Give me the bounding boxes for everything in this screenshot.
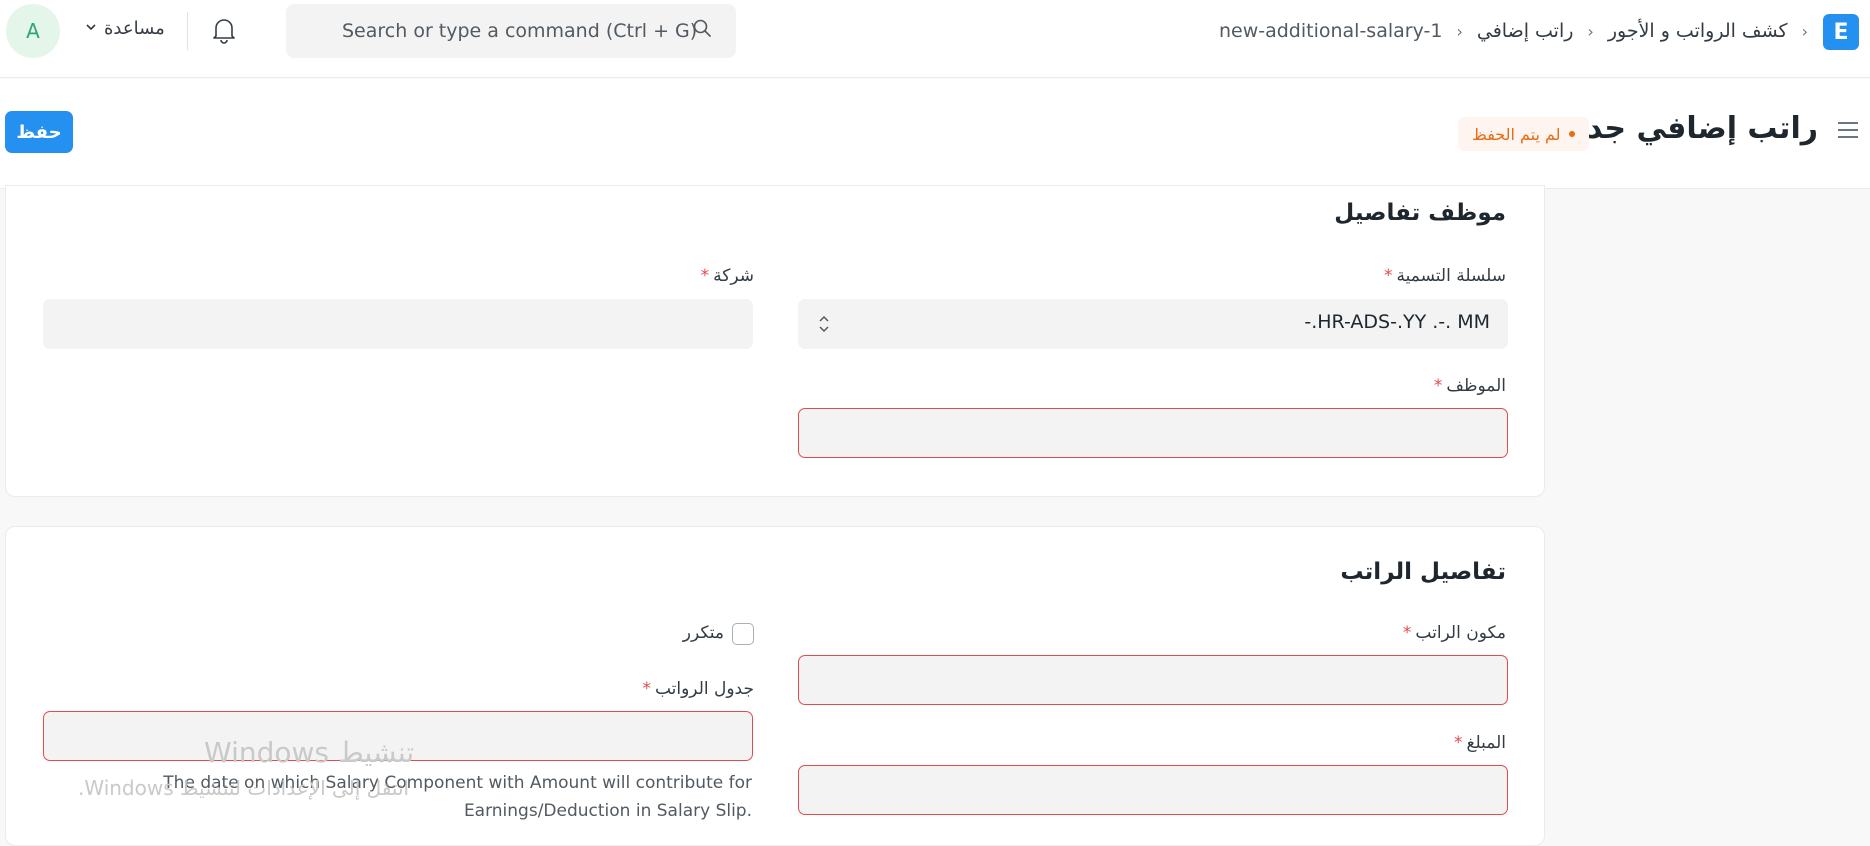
company-label: شركة* [700,266,754,286]
breadcrumb-separator-icon: › [1456,21,1463,41]
breadcrumb-separator-icon: › [1587,21,1594,41]
select-arrows-icon [818,313,830,339]
company-field[interactable] [43,299,753,349]
amount-label: المبلغ* [1453,733,1506,753]
help-label: مساعدة [104,18,165,39]
employee-label: الموظف* [1433,376,1506,396]
page-head: راتب إضافي جديد لم يتم الحفظ حفظ [0,79,1870,189]
status-badge-label: لم يتم الحفظ [1472,124,1561,144]
save-button[interactable]: حفظ [5,111,73,153]
avatar[interactable]: A [6,4,60,58]
breadcrumb-additional-salary[interactable]: راتب إضافي [1477,20,1574,42]
section-title-salary: تفاصيل الراتب [1340,559,1506,585]
recurring-label: متكرر [682,623,724,643]
payroll-date-label: جدول الرواتب* [642,679,754,699]
windows-activation-watermark-title: تنشيط Windows [204,736,415,769]
navbar: E › كشف الرواتب و الأجور › راتب إضافي › … [0,0,1870,78]
employee-details-section: موظف تفاصيل سلسلة التسمية* -.HR-ADS-.YY … [5,185,1545,497]
status-dot-icon [1568,131,1575,137]
page-title: راتب إضافي جديد [1558,111,1818,146]
employee-field[interactable] [798,408,1508,458]
salary-component-label: مكون الراتب* [1402,623,1506,643]
notification-bell-icon[interactable] [211,16,237,48]
naming-series-select[interactable]: -.HR-ADS-.YY .-. MM [798,299,1508,349]
app-logo[interactable]: E [1823,14,1859,50]
breadcrumb-separator-icon: › [1801,21,1808,41]
search-placeholder: Search or type a command (Ctrl + G) [342,20,698,42]
search-icon [692,18,712,42]
amount-field[interactable] [798,765,1508,815]
chevron-down-icon [84,18,98,39]
navbar-divider [187,12,188,50]
breadcrumb-current-doc[interactable]: new-additional-salary-1 [1219,20,1442,42]
breadcrumb: › كشف الرواتب و الأجور › راتب إضافي › ne… [1219,16,1808,46]
search-input[interactable]: Search or type a command (Ctrl + G) [286,4,736,58]
naming-series-label: سلسلة التسمية* [1384,266,1506,286]
status-badge: لم يتم الحفظ [1458,117,1589,151]
salary-component-field[interactable] [798,655,1508,705]
windows-activation-watermark-text: انتقل إلى الإعدادات لتنشيط Windows. [78,776,410,800]
help-dropdown[interactable]: مساعدة [84,18,165,39]
naming-series-value: -.HR-ADS-.YY .-. MM [1304,311,1490,333]
sidebar-toggle-icon[interactable] [1836,120,1860,144]
breadcrumb-payroll[interactable]: كشف الرواتب و الأجور [1608,20,1788,42]
recurring-checkbox[interactable] [732,623,754,645]
section-title-employee: موظف تفاصيل [1334,200,1506,226]
